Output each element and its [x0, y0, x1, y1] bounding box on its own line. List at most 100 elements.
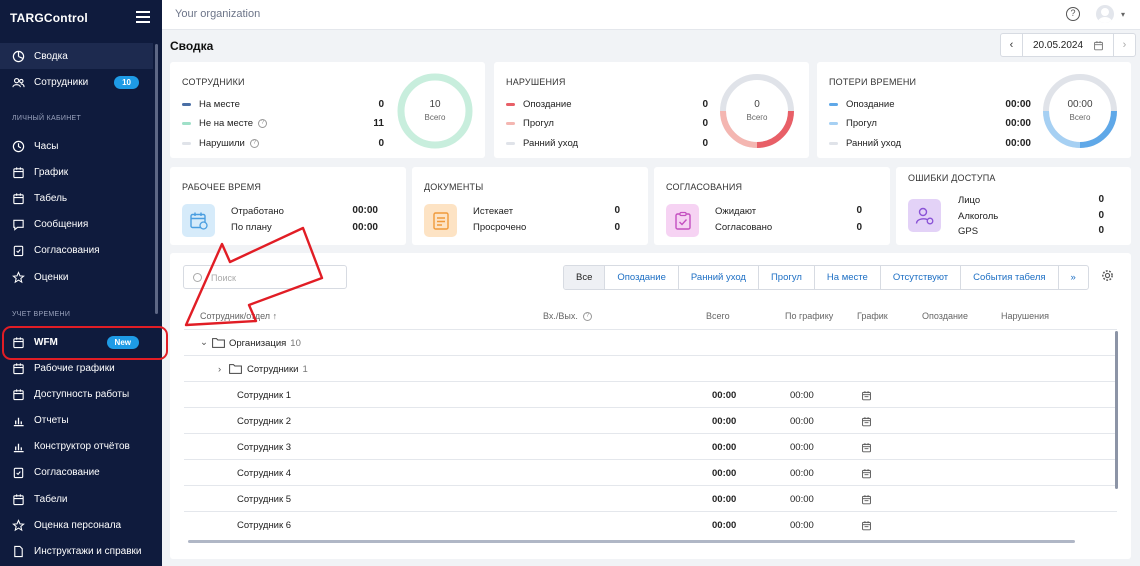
legend-row: Ранний уход — [829, 138, 901, 149]
card-time-loss: ПОТЕРИ ВРЕМЕНИ Опоздание 00:00 Прогул 00… — [817, 62, 1131, 158]
chevron-right-icon[interactable]: › — [218, 364, 221, 375]
stat-label: Просрочено — [473, 222, 527, 233]
table-row-organization[interactable]: ⌄ Организация 10 — [184, 330, 1117, 356]
gear-icon[interactable] — [1101, 269, 1114, 282]
chevron-down-icon[interactable]: ⌄ — [200, 337, 208, 348]
donut-center: 0 Всего — [737, 99, 777, 122]
filter-present[interactable]: На месте — [813, 266, 880, 289]
table-row[interactable]: Сотрудник 5 00:00 00:00 — [184, 486, 1117, 512]
help-icon[interactable]: ? — [258, 119, 268, 128]
calendar-icon[interactable] — [861, 442, 872, 453]
legend-row: Не на месте? — [182, 118, 268, 129]
planned-time: 00:00 — [790, 494, 814, 505]
sidebar-item-availability[interactable]: Доступность работы — [0, 381, 153, 407]
employee-name[interactable]: Сотрудник 2 — [237, 416, 291, 427]
card-approvals: СОГЛАСОВАНИЯ Ожидают 0 Согласовано 0 — [654, 167, 890, 245]
table-horizontal-scrollbar[interactable] — [188, 540, 1075, 543]
table-row[interactable]: Сотрудник 6 00:00 00:00 — [184, 512, 1117, 538]
table-row[interactable]: Сотрудник 1 00:00 00:00 — [184, 382, 1117, 408]
prev-date-button[interactable]: ‹ — [1001, 34, 1023, 56]
help-icon[interactable]: ? — [249, 139, 259, 148]
calendar-icon[interactable] — [861, 416, 872, 427]
legend-label: Нарушили — [199, 138, 245, 149]
help-icon[interactable]: ? — [582, 311, 592, 321]
sidebar-item-timesheet[interactable]: Табель — [0, 185, 153, 211]
legend-swatch — [506, 122, 515, 125]
filter-timesheet-events[interactable]: События табеля — [960, 266, 1057, 289]
sidebar-item-report-builder[interactable]: Конструктор отчётов — [0, 433, 153, 459]
column-header-total[interactable]: Всего — [706, 311, 730, 321]
total-time: 00:00 — [712, 416, 737, 427]
column-header-employee[interactable]: Сотрудник/отдел ↑ — [200, 311, 277, 321]
calendar-icon[interactable] — [861, 520, 872, 531]
planned-time: 00:00 — [790, 390, 814, 401]
clipboard-check-icon — [666, 204, 699, 237]
calendar-icon[interactable] — [861, 494, 872, 505]
stat-value: 0 — [614, 205, 620, 216]
sidebar-item-schedule[interactable]: График — [0, 159, 153, 185]
filter-absence[interactable]: Прогул — [757, 266, 814, 289]
table-row-group[interactable]: › Сотрудники 1 — [184, 356, 1117, 382]
total-time: 00:00 — [712, 494, 737, 505]
sidebar-item-employees[interactable]: Сотрудники 10 — [0, 69, 153, 95]
filter-all[interactable]: Все — [564, 266, 605, 289]
sidebar-item-ratings[interactable]: Оценки — [0, 264, 153, 290]
organization-title[interactable]: Your organization — [175, 8, 260, 20]
sidebar-item-approvals[interactable]: Согласования — [0, 237, 153, 263]
next-date-button[interactable]: › — [1113, 34, 1135, 56]
chevron-down-icon[interactable]: ▾ — [1121, 10, 1125, 19]
employee-name[interactable]: Сотрудник 4 — [237, 468, 291, 479]
employee-name[interactable]: Сотрудник 3 — [237, 442, 291, 453]
legend-value: 0 — [378, 99, 384, 110]
legend-swatch — [182, 122, 191, 125]
sidebar-item-reports[interactable]: Отчеты — [0, 407, 153, 433]
column-header-planned[interactable]: По графику — [785, 311, 833, 321]
calendar-icon — [12, 166, 25, 179]
column-header-schedule[interactable]: График — [857, 311, 888, 321]
column-header-label: Вх./Вых. — [543, 311, 578, 321]
group-name: Сотрудники 1 — [247, 364, 308, 375]
table-row[interactable]: Сотрудник 2 00:00 00:00 — [184, 408, 1117, 434]
sidebar-scrollbar[interactable] — [155, 44, 158, 314]
sidebar-item-staff-evaluation[interactable]: Оценка персонала — [0, 512, 153, 538]
date-field[interactable]: 20.05.2024 — [1023, 34, 1113, 56]
section-personal: ЛИЧНЫЙ КАБИНЕТ — [12, 115, 82, 122]
employee-name[interactable]: Сотрудник 5 — [237, 494, 291, 505]
sidebar-item-summary[interactable]: Сводка — [0, 43, 153, 69]
legend-row: Опоздание — [829, 99, 895, 110]
column-header-violations[interactable]: Нарушения — [1001, 311, 1049, 321]
calendar-icon[interactable] — [861, 390, 872, 401]
sidebar-item-timesheets[interactable]: Табели — [0, 486, 153, 512]
menu-toggle-icon[interactable] — [136, 11, 150, 23]
table-row[interactable]: Сотрудник 3 00:00 00:00 — [184, 434, 1117, 460]
brand-logo[interactable]: TARGControl — [10, 11, 88, 25]
stat-value: 00:00 — [352, 222, 378, 233]
filter-absent[interactable]: Отсутствуют — [879, 266, 960, 289]
sidebar-item-briefings[interactable]: Инструктажи и справки — [0, 538, 153, 564]
employee-name[interactable]: Сотрудник 6 — [237, 520, 291, 531]
card-work-time: РАБОЧЕЕ ВРЕМЯ Отработано 00:00 По плану … — [170, 167, 406, 245]
table-vertical-scrollbar[interactable] — [1115, 331, 1118, 489]
avatar[interactable] — [1096, 5, 1114, 23]
card-title: НАРУШЕНИЯ — [506, 77, 566, 87]
calendar-icon[interactable] — [861, 468, 872, 479]
help-icon[interactable]: ? — [1066, 7, 1080, 21]
table-row[interactable]: Сотрудник 4 00:00 00:00 — [184, 460, 1117, 486]
column-header-late[interactable]: Опоздание — [922, 311, 968, 321]
sidebar-item-approval[interactable]: Согласование — [0, 459, 153, 485]
stat-value: 0 — [614, 222, 620, 233]
section-time-tracking: УЧЕТ ВРЕМЕНИ — [12, 311, 71, 318]
column-header-in-out[interactable]: Вх./Вых. ? — [543, 311, 592, 321]
filter-more[interactable]: » — [1057, 266, 1088, 289]
clock-icon — [12, 140, 25, 153]
filter-early-leave[interactable]: Ранний уход — [677, 266, 758, 289]
sidebar-item-messages[interactable]: Сообщения — [0, 211, 153, 237]
sidebar-item-hours[interactable]: Часы — [0, 133, 153, 159]
stat-label: Алкоголь — [958, 211, 999, 222]
users-icon — [12, 76, 25, 89]
legend-label: Опоздание — [523, 99, 572, 110]
search-input[interactable]: Поиск — [183, 265, 347, 289]
employee-name[interactable]: Сотрудник 1 — [237, 390, 291, 401]
filter-late[interactable]: Опоздание — [604, 266, 678, 289]
chart-icon — [12, 414, 25, 427]
